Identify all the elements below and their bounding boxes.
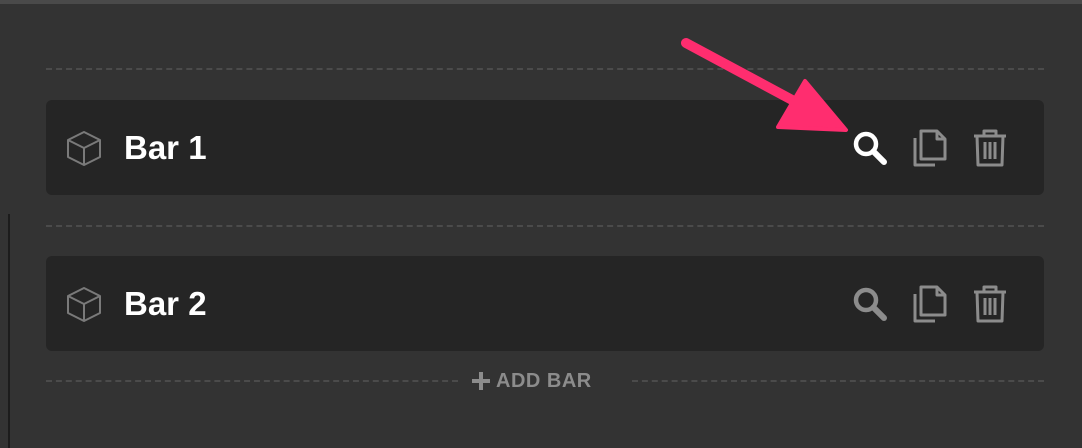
add-bar-button[interactable]: ADD BAR — [470, 366, 592, 396]
copy-button[interactable] — [909, 283, 951, 325]
add-bar-label: ADD BAR — [496, 369, 592, 392]
bar-name: Bar 2 — [124, 285, 207, 322]
drop-divider — [46, 68, 1044, 70]
cube-icon — [67, 287, 101, 322]
bar-name: Bar 1 — [124, 129, 207, 166]
search-icon — [853, 131, 887, 165]
copy-icon — [913, 129, 947, 167]
cube-icon — [67, 131, 101, 166]
trash-icon — [974, 129, 1006, 167]
drop-divider — [46, 380, 458, 382]
top-toolbar-strip — [0, 0, 1082, 4]
bar-row[interactable]: Bar 2 — [46, 256, 1044, 351]
search-icon — [853, 287, 887, 321]
trash-icon — [974, 285, 1006, 323]
bar-row[interactable]: Bar 1 — [46, 100, 1044, 195]
delete-button[interactable] — [969, 127, 1011, 169]
search-button[interactable] — [849, 127, 891, 169]
delete-button[interactable] — [969, 283, 1011, 325]
copy-icon — [913, 285, 947, 323]
plus-icon — [472, 372, 490, 390]
search-button[interactable] — [849, 283, 891, 325]
left-panel-edge — [0, 214, 10, 448]
drop-divider — [632, 380, 1044, 382]
drop-divider — [46, 225, 1044, 227]
add-bar-row: ADD BAR — [46, 366, 1044, 396]
copy-button[interactable] — [909, 127, 951, 169]
